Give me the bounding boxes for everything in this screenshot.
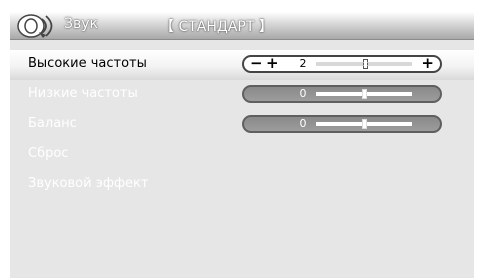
sound-mode-label: 【 СТАНДАРТ 】 [160, 19, 273, 35]
menu-item-sound-effect[interactable]: Звуковой эффект [10, 170, 474, 200]
slider-track[interactable] [316, 89, 412, 99]
balance-value: 0 [299, 117, 307, 130]
menu-item-bass[interactable]: Низкие частоты 0 [10, 80, 474, 110]
slider-thumb[interactable] [363, 59, 368, 69]
menu-item-label: Сброс [28, 146, 69, 161]
bass-slider-control[interactable]: 0 [242, 85, 442, 103]
sound-menu-panel: Звук 【 СТАНДАРТ 】 Высокие частоты − + 2 … [10, 12, 474, 278]
menu-item-label: Низкие частоты [28, 86, 138, 101]
slider-track[interactable] [316, 59, 412, 69]
slider-thumb[interactable] [362, 89, 367, 99]
plus-icon[interactable]: + [266, 54, 279, 72]
minus-icon[interactable]: − [250, 54, 263, 72]
menu-item-label: Звуковой эффект [28, 176, 149, 191]
treble-value: 2 [299, 57, 307, 70]
plus-icon[interactable]: + [421, 54, 434, 72]
bass-value: 0 [299, 87, 307, 100]
balance-slider-control[interactable]: 0 [242, 115, 442, 133]
menu-item-reset[interactable]: Сброс [10, 140, 474, 170]
speaker-sound-icon [17, 14, 53, 38]
menu-header: Звук 【 СТАНДАРТ 】 [10, 12, 474, 40]
menu-item-balance[interactable]: Баланс 0 [10, 110, 474, 140]
slider-thumb[interactable] [362, 119, 367, 129]
treble-slider-control[interactable]: − + 2 + [242, 54, 442, 73]
slider-track[interactable] [316, 119, 412, 129]
menu-item-treble[interactable]: Высокие частоты − + 2 + [10, 50, 474, 80]
menu-item-label: Высокие частоты [28, 56, 147, 71]
menu-title: Звук [64, 16, 98, 32]
menu-item-label: Баланс [28, 116, 77, 131]
